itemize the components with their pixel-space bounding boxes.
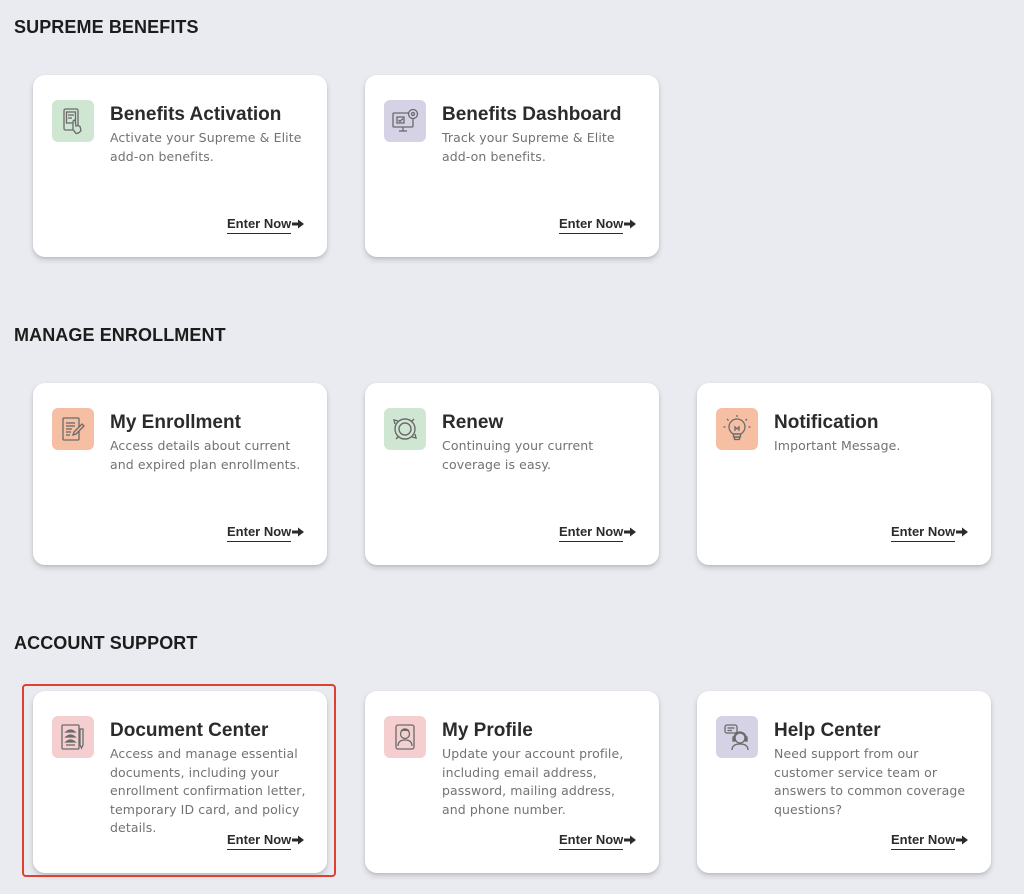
card-title: Benefits Activation (110, 104, 282, 125)
card-description: Update your account profile, including e… (442, 746, 624, 817)
card-document-center[interactable]: Document Center Access and manage essent… (33, 691, 327, 873)
arrow-right-icon (292, 219, 305, 229)
card-title: Help Center (774, 720, 881, 741)
card-my-enrollment[interactable]: My Enrollment Access details about curre… (33, 383, 327, 565)
card-description: Need support from our customer service t… (774, 746, 966, 817)
profile-person-icon (384, 716, 426, 758)
card-title: Document Center (110, 720, 269, 741)
enter-now-label: Enter Now (559, 216, 624, 234)
arrow-right-icon (624, 219, 637, 229)
renew-cycle-icon (384, 408, 426, 450)
card-description: Important Message. (774, 438, 901, 453)
enter-now-label: Enter Now (227, 524, 292, 542)
card-title: Benefits Dashboard (442, 104, 622, 125)
card-notification[interactable]: Notification Important Message. Enter No… (697, 383, 991, 565)
lightbulb-icon (716, 408, 758, 450)
card-description: Access details about current and expired… (110, 438, 301, 472)
enter-now-label: Enter Now (559, 524, 624, 542)
card-title: Notification (774, 412, 879, 433)
section-title-account-support: ACCOUNT SUPPORT (14, 633, 198, 653)
card-description: Access and manage essential documents, i… (110, 746, 306, 835)
card-description: Track your Supreme & Elite add-on benefi… (442, 130, 615, 164)
arrow-right-icon (956, 527, 969, 537)
card-help-center[interactable]: Help Center Need support from our custom… (697, 691, 991, 873)
support-headset-icon (716, 716, 758, 758)
enter-now-link[interactable]: Enter Now (227, 216, 305, 234)
enter-now-label: Enter Now (559, 832, 624, 850)
card-benefits-dashboard[interactable]: Benefits Dashboard Track your Supreme & … (365, 75, 659, 257)
card-title: Renew (442, 412, 504, 433)
arrow-right-icon (292, 527, 305, 537)
document-stack-icon (52, 716, 94, 758)
arrow-right-icon (292, 835, 305, 845)
enter-now-link[interactable]: Enter Now (559, 216, 637, 234)
card-renew[interactable]: Renew Continuing your current coverage i… (365, 383, 659, 565)
section-title-manage-enrollment: MANAGE ENROLLMENT (14, 325, 226, 345)
enter-now-label: Enter Now (227, 832, 292, 850)
card-description: Activate your Supreme & Elite add-on ben… (110, 130, 302, 164)
monitor-dashboard-icon (384, 100, 426, 142)
arrow-right-icon (624, 527, 637, 537)
enter-now-link[interactable]: Enter Now (891, 524, 969, 542)
enter-now-link[interactable]: Enter Now (891, 832, 969, 850)
enter-now-label: Enter Now (227, 216, 292, 234)
enter-now-link[interactable]: Enter Now (227, 832, 305, 850)
tablet-touch-icon (52, 100, 94, 142)
card-title: My Enrollment (110, 412, 241, 433)
card-benefits-activation[interactable]: Benefits Activation Activate your Suprem… (33, 75, 327, 257)
arrow-right-icon (624, 835, 637, 845)
enter-now-link[interactable]: Enter Now (559, 524, 637, 542)
card-description: Continuing your current coverage is easy… (442, 438, 594, 472)
card-title: My Profile (442, 720, 533, 741)
enter-now-link[interactable]: Enter Now (227, 524, 305, 542)
arrow-right-icon (956, 835, 969, 845)
document-edit-icon (52, 408, 94, 450)
enter-now-label: Enter Now (891, 832, 956, 850)
card-my-profile[interactable]: My Profile Update your account profile, … (365, 691, 659, 873)
section-title-supreme-benefits: SUPREME BENEFITS (14, 17, 199, 37)
enter-now-label: Enter Now (891, 524, 956, 542)
enter-now-link[interactable]: Enter Now (559, 832, 637, 850)
